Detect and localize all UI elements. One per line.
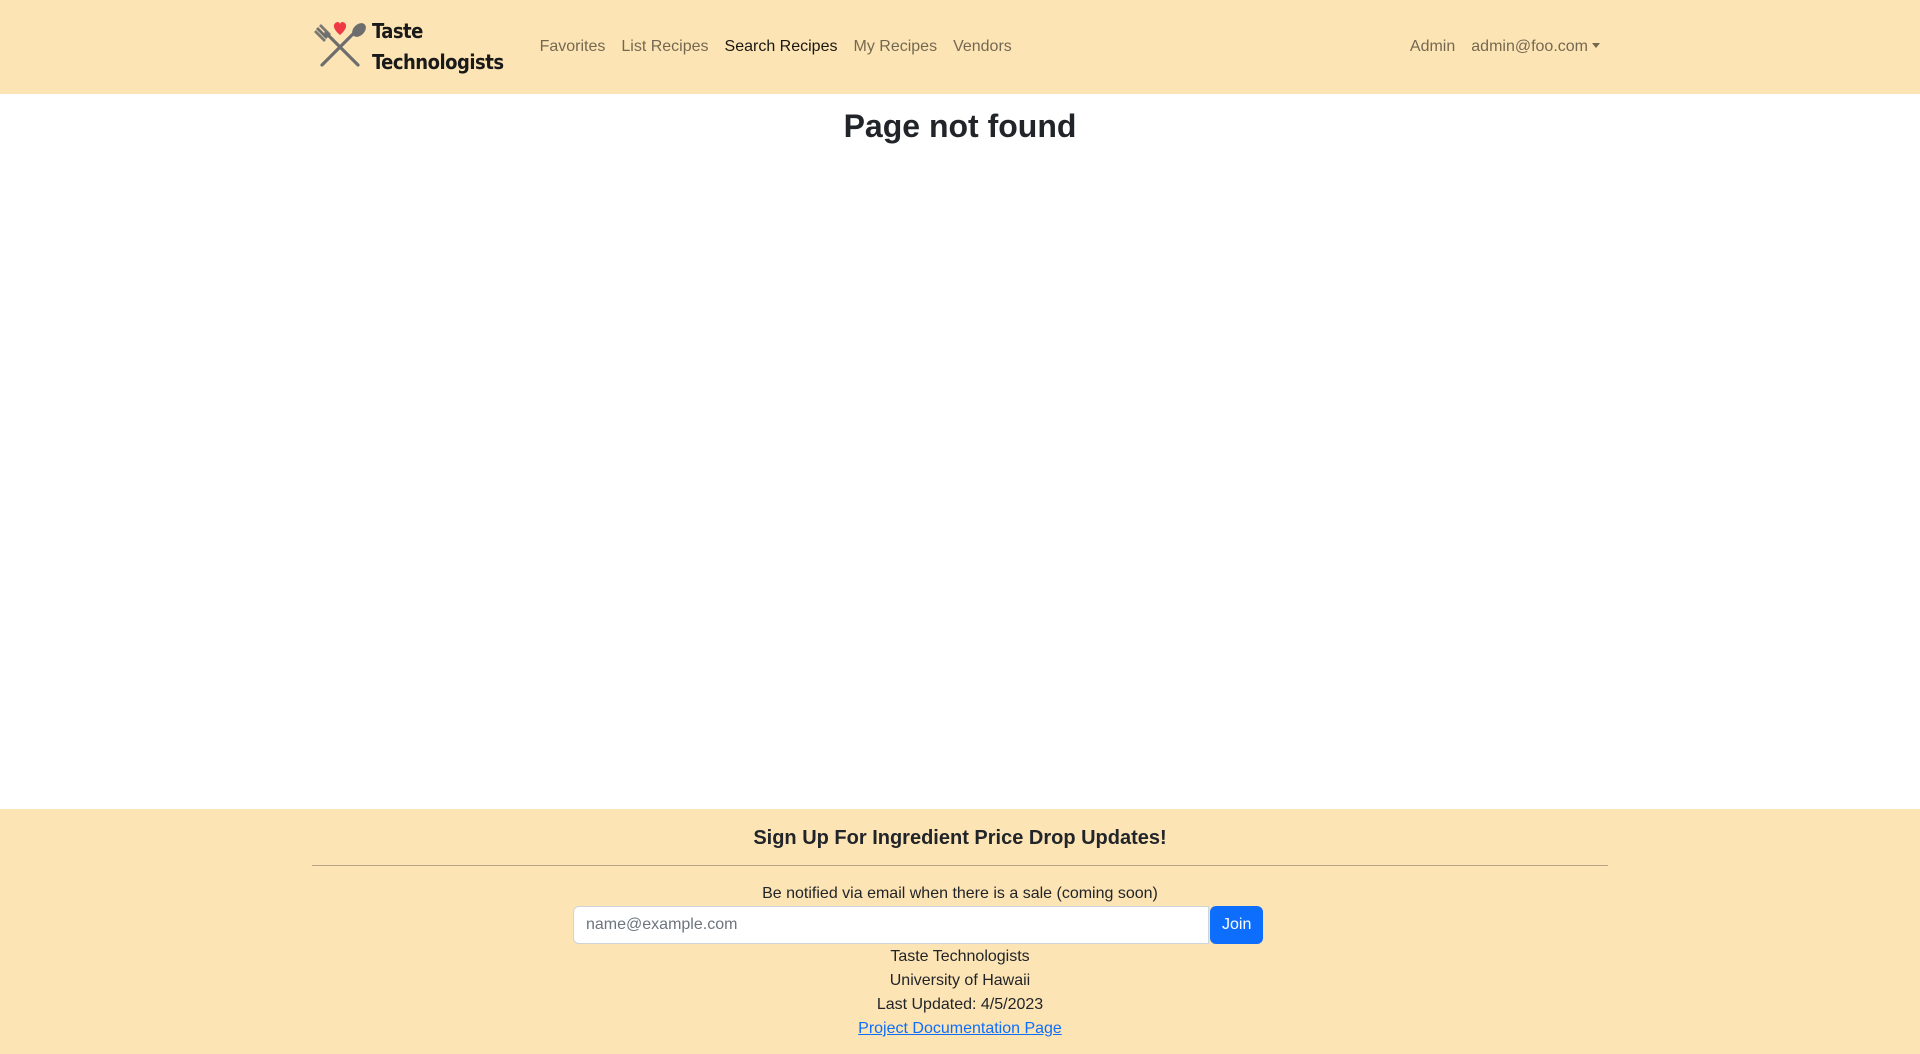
footer-last-updated: Last Updated: 4/5/2023: [876, 996, 1044, 1013]
nav-link-favorites[interactable]: Favorites: [532, 30, 614, 64]
user-dropdown-label: admin@foo.com: [1471, 38, 1588, 55]
brand-name: Taste Technologists: [372, 16, 504, 78]
navbar: Taste Technologists Favorites List Recip…: [0, 0, 1920, 94]
project-documentation-link[interactable]: Project Documentation Page: [858, 1020, 1062, 1037]
caret-down-icon: [1592, 43, 1600, 48]
nav-links: Favorites List Recipes Search Recipes My…: [532, 30, 1020, 64]
footer-doc-link-wrapper: Project Documentation Page: [0, 1020, 1920, 1038]
footer: Sign Up For Ingredient Price Drop Update…: [0, 809, 1920, 1054]
signup-note: Be notified via email when there is a sa…: [762, 885, 1158, 902]
fork-spoon-heart-icon: [314, 21, 366, 67]
nav-link-search-recipes[interactable]: Search Recipes: [717, 30, 846, 64]
footer-org: Taste Technologists: [890, 948, 1030, 965]
signup-heading: Sign Up For Ingredient Price Drop Update…: [753, 827, 1167, 849]
footer-school: University of Hawaii: [889, 972, 1031, 989]
footer-divider: [312, 865, 1608, 866]
email-input[interactable]: [573, 906, 1209, 944]
user-dropdown-toggle[interactable]: admin@foo.com: [1463, 30, 1608, 64]
signup-form: Join: [573, 906, 1264, 944]
brand-name-line1: Taste: [372, 19, 423, 43]
nav-right: Admin admin@foo.com: [1402, 30, 1608, 64]
navbar-container: Taste Technologists Favorites List Recip…: [312, 0, 1608, 94]
join-button[interactable]: Join: [1210, 906, 1264, 944]
brand-link[interactable]: Taste Technologists: [312, 16, 504, 78]
brand-name-line2: Technologists: [372, 50, 504, 74]
nav-link-list-recipes[interactable]: List Recipes: [613, 30, 716, 64]
nav-link-my-recipes[interactable]: My Recipes: [845, 30, 945, 64]
nav-link-vendors[interactable]: Vendors: [945, 30, 1020, 64]
page-title: Page not found: [843, 108, 1077, 144]
nav-link-admin[interactable]: Admin: [1402, 30, 1463, 64]
